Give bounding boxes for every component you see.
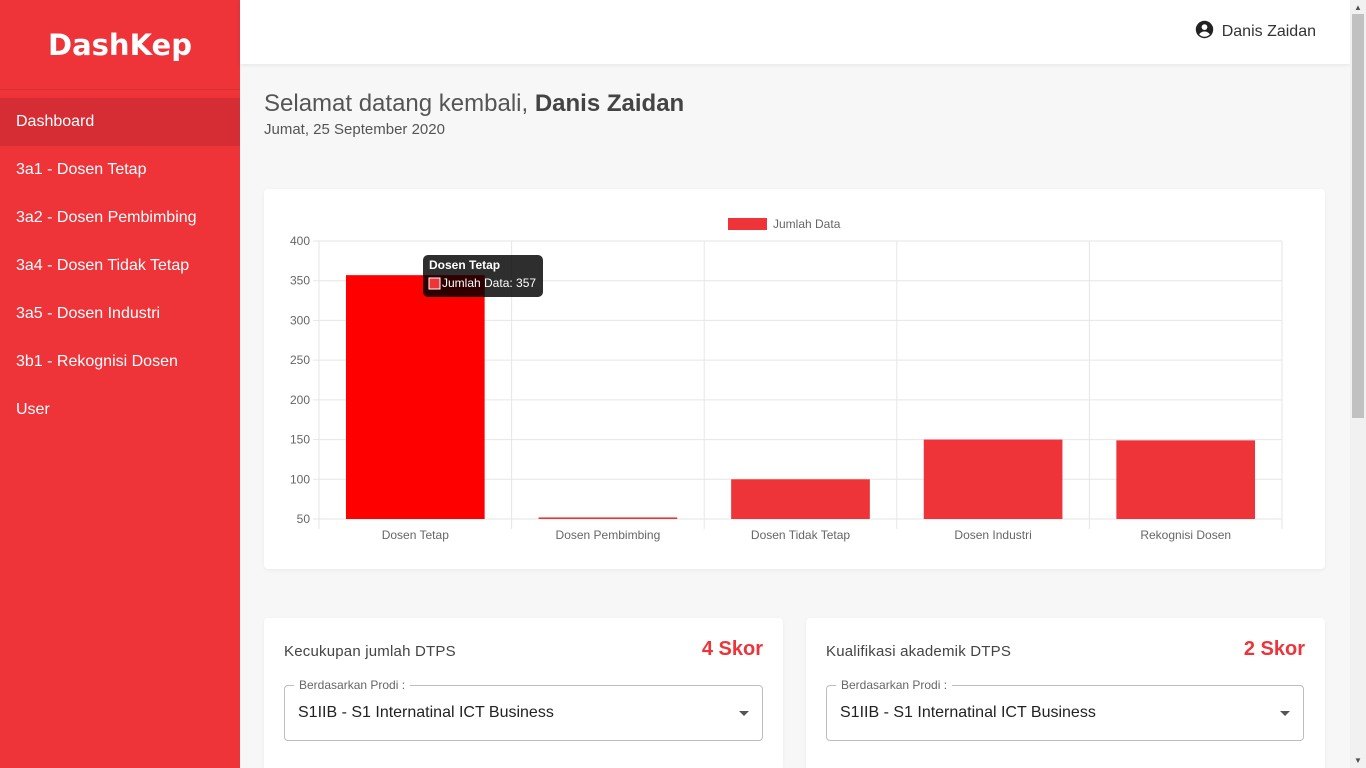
current-date: Jumat, 25 September 2020 <box>264 121 445 138</box>
y-tick-label: 400 <box>290 234 310 248</box>
sidebar-item-user[interactable]: User <box>0 386 240 434</box>
tooltip-title: Dosen Tetap <box>429 258 500 272</box>
sidebar-item-dosen-pembimbing[interactable]: 3a2 - Dosen Pembimbing <box>0 194 240 242</box>
sidebar-item-rekognisi-dosen[interactable]: 3b1 - Rekognisi Dosen <box>0 338 240 386</box>
y-tick-label: 100 <box>290 472 310 486</box>
sidebar-item-dosen-tidak-tetap[interactable]: 3a4 - Dosen Tidak Tetap <box>0 242 240 290</box>
legend-label: Jumlah Data <box>773 217 841 231</box>
x-tick-label: Dosen Tetap <box>382 528 449 542</box>
welcome-heading: Selamat datang kembali, Danis Zaidan <box>264 90 684 118</box>
card-title: Kualifikasi akademik DTPS <box>826 643 1012 660</box>
account-circle-icon <box>1195 20 1214 44</box>
score-value: 2 Skor <box>1243 638 1305 660</box>
y-tick-label: 300 <box>290 313 310 327</box>
y-tick-label: 350 <box>290 274 310 288</box>
x-tick-label: Dosen Tidak Tetap <box>751 528 851 542</box>
tooltip-swatch <box>428 277 441 290</box>
y-tick-label: 50 <box>297 512 311 526</box>
sidebar-item-dashboard[interactable]: Dashboard <box>0 98 240 146</box>
select-label: Berdasarkan Prodi : <box>294 678 411 692</box>
score-value: 4 Skor <box>701 638 763 660</box>
legend-swatch <box>728 218 767 230</box>
welcome-greeting: Selamat datang kembali, <box>264 90 529 117</box>
page-scrollbar[interactable]: ▲ ▼ <box>1350 0 1366 768</box>
welcome-name: Danis Zaidan <box>534 90 685 117</box>
bar-dosen-pembimbing <box>538 517 678 519</box>
chart-card: 50 100 150 200 250 300 350 400 Dosen Tetap Dosen … <box>264 189 1325 569</box>
select-value: S1IIB - S1 Internatinal ICT Business <box>840 704 1096 721</box>
scroll-up-icon[interactable]: ▲ <box>1354 3 1362 12</box>
sidebar-item-dosen-tetap[interactable]: 3a1 - Dosen Tetap <box>0 146 240 194</box>
prodi-select[interactable]: Berdasarkan Prodi : S1IIB - S1 Internati… <box>826 678 1304 741</box>
x-tick-label: Dosen Pembimbing <box>556 528 661 542</box>
x-tick-label: Rekognisi Dosen <box>1140 528 1231 542</box>
bar-chart: 50 100 150 200 250 300 350 400 Dosen Tetap Dosen … <box>290 217 1283 542</box>
user-name: Danis Zaidan <box>1221 23 1316 40</box>
score-card-kecukupan: Kecukupan jumlah DTPS 4 Skor Berdasarkan… <box>264 618 783 768</box>
dropdown-caret-icon <box>1280 711 1290 716</box>
brand-logo[interactable]: DashKep <box>0 0 240 90</box>
bar-dosen-tidak-tetap <box>731 479 870 519</box>
x-tick-label: Dosen Industri <box>954 528 1031 542</box>
select-value: S1IIB - S1 Internatinal ICT Business <box>298 704 554 721</box>
top-bar: Danis Zaidan <box>240 0 1350 64</box>
sidebar-nav: Dashboard 3a1 - Dosen Tetap 3a2 - Dosen … <box>0 98 240 434</box>
y-tick-label: 200 <box>290 393 310 407</box>
scroll-thumb[interactable] <box>1352 14 1364 418</box>
dropdown-caret-icon <box>739 711 749 716</box>
tooltip-label: Jumlah Data: 357 <box>442 276 536 290</box>
y-tick-label: 250 <box>290 353 310 367</box>
scroll-down-icon[interactable]: ▼ <box>1354 756 1362 765</box>
bar-dosen-tetap <box>345 275 485 519</box>
user-menu[interactable]: Danis Zaidan <box>1195 20 1316 44</box>
score-card-kualifikasi: Kualifikasi akademik DTPS 2 Skor Berdasa… <box>806 618 1325 768</box>
select-label: Berdasarkan Prodi : <box>836 678 953 692</box>
bar-dosen-industri <box>923 439 1063 519</box>
sidebar-item-dosen-industri[interactable]: 3a5 - Dosen Industri <box>0 290 240 338</box>
y-tick-label: 150 <box>290 433 310 447</box>
card-title: Kecukupan jumlah DTPS <box>284 643 456 660</box>
bar-rekognisi-dosen <box>1116 440 1256 519</box>
prodi-select[interactable]: Berdasarkan Prodi : S1IIB - S1 Internati… <box>284 678 763 741</box>
sidebar: DashKep Dashboard 3a1 - Dosen Tetap 3a2 … <box>0 0 240 768</box>
